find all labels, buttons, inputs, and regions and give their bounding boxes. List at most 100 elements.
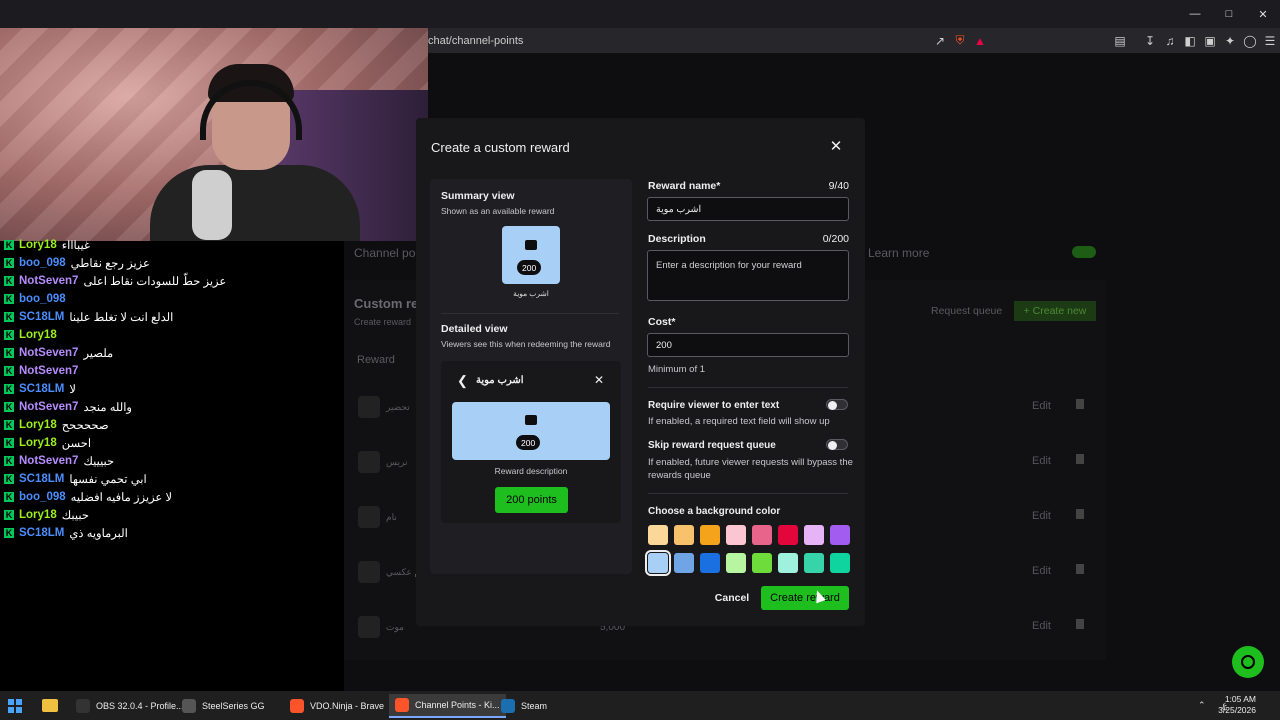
- taskbar-item-label: VDO.Ninja - Brave: [310, 701, 385, 711]
- windows-start-icon[interactable]: [8, 699, 22, 713]
- chat-badge-icon: K: [4, 420, 14, 430]
- chat-text: لا: [69, 384, 76, 396]
- maximize-icon[interactable]: □: [1212, 0, 1246, 28]
- edit-button[interactable]: Edit: [1032, 400, 1051, 412]
- color-swatch[interactable]: [778, 553, 798, 573]
- require-text-toggle[interactable]: [826, 399, 848, 410]
- chat-badge-icon: K: [4, 258, 14, 268]
- trash-icon[interactable]: [1076, 619, 1084, 629]
- summary-view-heading: Summary view: [441, 190, 515, 202]
- color-swatch[interactable]: [674, 525, 694, 545]
- brave-shield-icon[interactable]: ⛨: [950, 33, 970, 48]
- color-swatch[interactable]: [830, 525, 850, 545]
- edit-button[interactable]: Edit: [1032, 565, 1051, 577]
- edit-button[interactable]: Edit: [1032, 455, 1051, 467]
- summary-reward-name: اشرب موية: [513, 289, 549, 298]
- help-icon[interactable]: [1232, 646, 1264, 678]
- close-icon[interactable]: ✕: [1246, 0, 1280, 28]
- chat-message: K Lory18 حبيبك: [4, 506, 89, 524]
- skip-queue-toggle[interactable]: [826, 439, 848, 450]
- sidebar-icon[interactable]: ▤: [1110, 34, 1130, 48]
- close-icon[interactable]: ✕: [828, 138, 844, 155]
- wallet-icon[interactable]: ▣: [1200, 34, 1220, 48]
- taskbar-item[interactable]: Channel Points - Ki...: [389, 694, 506, 718]
- require-text-hint: If enabled, a required text field will s…: [648, 416, 830, 427]
- chat-text: والله منجد: [83, 402, 132, 414]
- summary-view-subtitle: Shown as an available reward: [441, 206, 555, 216]
- chat-text: الدلع انت لا تغلط علينا: [69, 312, 174, 324]
- chat-username: SC18LM: [19, 473, 65, 485]
- trash-icon[interactable]: [1076, 564, 1084, 574]
- file-explorer-icon[interactable]: [42, 699, 58, 712]
- color-swatch[interactable]: [645, 550, 671, 576]
- color-swatch[interactable]: [700, 553, 720, 573]
- steelseries-icon: [182, 699, 196, 713]
- color-swatch[interactable]: [726, 525, 746, 545]
- taskbar-item[interactable]: Steam: [495, 694, 553, 718]
- chat-username: NotSeven7: [19, 347, 79, 359]
- chat-message: K NotSeven7 ملصير: [4, 344, 113, 362]
- leo-icon[interactable]: ✦: [1220, 34, 1240, 48]
- menu-icon[interactable]: ☰: [1260, 34, 1280, 48]
- description-input[interactable]: Enter a description for your reward: [647, 250, 849, 301]
- trash-icon[interactable]: [1076, 509, 1084, 519]
- taskbar-item[interactable]: VDO.Ninja - Brave: [284, 694, 390, 718]
- detailed-reward-tile: 200: [452, 402, 610, 460]
- color-swatch[interactable]: [752, 553, 772, 573]
- chat-text: البرماويه ذي: [69, 528, 128, 540]
- share-icon[interactable]: ↗: [930, 34, 950, 48]
- detailed-cost: 200: [516, 435, 541, 450]
- color-swatch[interactable]: [778, 525, 798, 545]
- reader-icon[interactable]: ◧: [1180, 34, 1200, 48]
- divider: [648, 493, 848, 494]
- require-text-label: Require viewer to enter text: [648, 400, 780, 411]
- brave-icon: [290, 699, 304, 713]
- cost-hint: Minimum of 1: [648, 364, 706, 375]
- chat-badge-icon: K: [4, 276, 14, 286]
- color-swatch[interactable]: [804, 525, 824, 545]
- webcam-overlay: [0, 0, 428, 241]
- reward-name-input[interactable]: اشرب موية: [647, 197, 849, 221]
- chat-username: NotSeven7: [19, 275, 79, 287]
- trash-icon[interactable]: [1076, 399, 1084, 409]
- color-swatch[interactable]: [752, 525, 772, 545]
- taskbar-item-label: OBS 32.0.4 - Profile...: [96, 701, 184, 711]
- url-text[interactable]: chat/channel-points: [428, 35, 930, 47]
- download-icon[interactable]: ↧: [1140, 34, 1160, 48]
- request-queue-link[interactable]: Request queue: [931, 305, 1002, 317]
- color-swatch[interactable]: [700, 525, 720, 545]
- system-clock[interactable]: 1:05 AM 3/25/2026: [1196, 694, 1256, 716]
- title-bar: [0, 0, 1280, 28]
- chat-badge-icon: K: [4, 384, 14, 394]
- chat-text: ابي تحمي نفسها: [69, 474, 147, 486]
- minimize-icon[interactable]: —: [1178, 0, 1212, 28]
- color-swatch[interactable]: [726, 553, 746, 573]
- edit-button[interactable]: Edit: [1032, 510, 1051, 522]
- taskbar-item[interactable]: OBS 32.0.4 - Profile...: [70, 694, 190, 718]
- address-bar[interactable]: chat/channel-points ↗ ⛨ ▲ ▤ ↧ ♫ ◧ ▣ ✦ ◯ …: [428, 28, 1280, 53]
- trash-icon[interactable]: [1076, 454, 1084, 464]
- edit-button[interactable]: Edit: [1032, 620, 1051, 632]
- brave-rewards-icon[interactable]: ▲: [970, 34, 990, 48]
- obs-icon: [76, 699, 90, 713]
- color-swatch[interactable]: [804, 553, 824, 573]
- chevron-left-icon: ❮: [457, 373, 468, 388]
- cost-input[interactable]: 200: [647, 333, 849, 357]
- taskbar-item[interactable]: SteelSeries GG: [176, 694, 271, 718]
- modal-title: Create a custom reward: [431, 140, 570, 155]
- cancel-button[interactable]: Cancel: [711, 588, 753, 608]
- skip-queue-hint: If enabled, future viewer requests will …: [648, 457, 853, 481]
- chat-badge-icon: K: [4, 528, 14, 538]
- channel-points-toggle[interactable]: [1072, 246, 1096, 258]
- create-reward-button[interactable]: Create reward: [761, 586, 849, 610]
- media-icon[interactable]: ♫: [1160, 34, 1180, 48]
- vpn-icon[interactable]: ◯: [1240, 34, 1260, 48]
- learn-more-link[interactable]: Learn more: [868, 246, 929, 260]
- color-swatch[interactable]: [830, 553, 850, 573]
- color-swatch[interactable]: [674, 553, 694, 573]
- color-swatch[interactable]: [648, 525, 668, 545]
- chat-message: K NotSeven7 حبيييك: [4, 452, 114, 470]
- chat-username: Lory18: [19, 239, 57, 251]
- create-new-button[interactable]: + Create new: [1014, 301, 1096, 321]
- steam-icon: [501, 699, 515, 713]
